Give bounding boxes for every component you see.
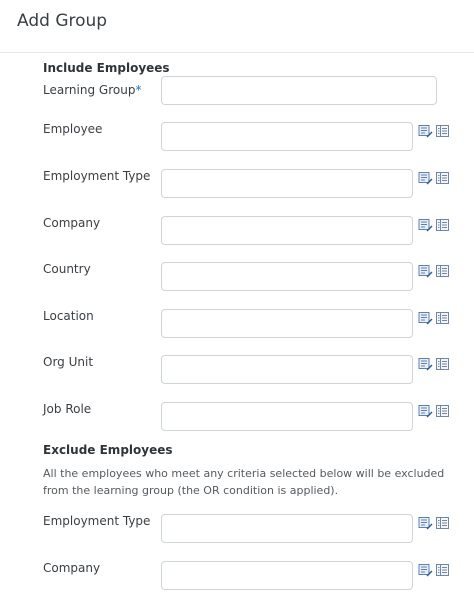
row-label: Job Role — [43, 402, 92, 416]
browse-grid-icon[interactable] — [435, 123, 450, 137]
browse-grid-icon[interactable] — [435, 515, 450, 529]
edit-list-icon[interactable] — [418, 403, 433, 418]
row-label: Employee — [43, 122, 103, 136]
browse-grid-icon[interactable] — [435, 403, 450, 417]
row-actions — [418, 123, 450, 138]
row-actions — [418, 217, 450, 232]
row-label: Org Unit — [43, 355, 94, 369]
row-actions — [418, 356, 450, 371]
company-field[interactable] — [161, 216, 413, 245]
row-label: Country — [43, 262, 91, 276]
org-unit-field[interactable] — [161, 355, 413, 384]
edit-list-icon[interactable] — [418, 263, 433, 278]
row-actions — [418, 515, 450, 530]
edit-list-icon[interactable] — [418, 562, 433, 577]
browse-grid-icon[interactable] — [435, 356, 450, 370]
row-label: Company — [43, 561, 101, 575]
location-field[interactable] — [161, 309, 413, 338]
edit-list-icon[interactable] — [418, 170, 433, 185]
exclude-heading: Exclude Employees — [43, 443, 173, 457]
edit-list-icon[interactable] — [418, 123, 433, 138]
edit-list-icon[interactable] — [418, 310, 433, 325]
header-divider — [0, 52, 474, 53]
browse-grid-icon[interactable] — [435, 310, 450, 324]
learning-group-label: Learning Group* — [43, 83, 141, 97]
browse-grid-icon[interactable] — [435, 170, 450, 184]
browse-grid-icon[interactable] — [435, 263, 450, 277]
browse-grid-icon[interactable] — [435, 562, 450, 576]
row-actions — [418, 403, 450, 418]
edit-list-icon[interactable] — [418, 515, 433, 530]
row-label: Location — [43, 309, 94, 323]
job-role-field[interactable] — [161, 402, 413, 431]
include-heading: Include Employees — [43, 61, 170, 75]
edit-list-icon[interactable] — [418, 217, 433, 232]
employment-type-field[interactable] — [161, 169, 413, 198]
row-label: Employment Type — [43, 514, 151, 528]
country-field[interactable] — [161, 262, 413, 291]
learning-group-input[interactable] — [161, 76, 437, 105]
exclude-employment-type-field[interactable] — [161, 514, 413, 543]
row-actions — [418, 170, 450, 185]
row-actions — [418, 263, 450, 278]
exclude-description: All the employees who meet any criteria … — [43, 467, 445, 497]
page-title: Add Group — [17, 11, 108, 31]
employee-field[interactable] — [161, 122, 413, 151]
row-label: Company — [43, 216, 101, 230]
row-label: Employment Type — [43, 169, 151, 183]
edit-list-icon[interactable] — [418, 356, 433, 371]
browse-grid-icon[interactable] — [435, 217, 450, 231]
learning-group-label-text: Learning Group — [43, 83, 136, 97]
exclude-company-field[interactable] — [161, 561, 413, 590]
required-mark: * — [135, 83, 142, 97]
row-actions — [418, 310, 450, 325]
row-actions — [418, 562, 450, 577]
